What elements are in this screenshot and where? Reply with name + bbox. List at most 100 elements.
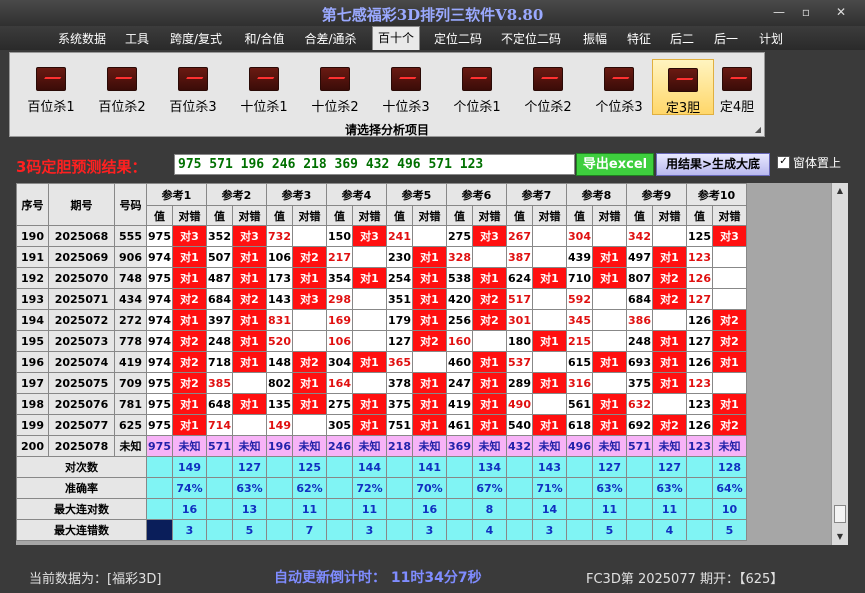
close-icon[interactable]: ✕	[830, 4, 852, 20]
analysis-button[interactable]: 定3胆	[652, 59, 714, 116]
analysis-button[interactable]: 百位杀2	[91, 59, 153, 115]
analysis-button[interactable]: 个位杀3	[588, 59, 650, 115]
value-cell: 439	[566, 246, 593, 268]
analysis-table: 序号 期号 号码 参考1 参考2 参考3 参考4 参考5 参考6 参考7 参考8 参考9 参考10 值对错…	[16, 183, 747, 541]
stats-value: 63%	[592, 477, 627, 499]
ribbon-expand-icon[interactable]: ◢	[755, 125, 761, 134]
analysis-button[interactable]: 定4胆	[712, 59, 762, 115]
menu-item[interactable]: 合差/通杀	[303, 30, 358, 47]
value-cell: 304	[326, 351, 353, 373]
menu-item[interactable]: 特征	[626, 30, 652, 47]
value-cell: 497	[626, 246, 653, 268]
value-cell: 537	[506, 351, 533, 373]
value-cell: 718	[206, 351, 233, 373]
ribbon-caption: 请选择分析项目	[344, 123, 429, 137]
hit-cell: 对2	[172, 288, 207, 310]
menu-item[interactable]: 跨度/复式	[168, 30, 224, 47]
stats-spacer	[566, 456, 593, 478]
generate-base-button[interactable]: 用结果>生成大底	[656, 153, 770, 176]
value-cell: 275	[326, 393, 353, 415]
miss-cell	[352, 330, 387, 352]
stats-value: 127	[232, 456, 267, 478]
maximize-icon[interactable]: ▫	[795, 4, 817, 20]
analysis-button[interactable]: 十位杀2	[304, 59, 366, 115]
vertical-scrollbar[interactable]: ▲ ▼	[831, 183, 848, 545]
value-cell: 975	[146, 267, 173, 289]
pending-check-cell: 未知	[652, 435, 687, 457]
seq-cell: 191	[16, 246, 49, 268]
stats-label: 最大连错数	[16, 519, 147, 541]
stats-spacer	[446, 477, 473, 499]
window-ontop-checkbox[interactable]: ✓	[777, 156, 790, 169]
menu-item[interactable]: 工具	[124, 30, 150, 47]
analysis-button[interactable]: 个位杀2	[517, 59, 579, 115]
export-excel-button[interactable]: 导出excel	[576, 153, 654, 176]
table-row: 199 2025077 625 975 对1 714 149 305 对1 751 对1 461 对1 5…	[16, 414, 747, 436]
update-countdown: 自动更新倒计时： 11时34分7秒	[274, 570, 482, 586]
check-header: 对错	[232, 205, 267, 226]
ref-header: 参考6	[446, 183, 507, 206]
code-cell: 748	[114, 267, 147, 289]
menu-item[interactable]: 计划	[758, 30, 784, 47]
miss-cell	[472, 330, 507, 352]
value-cell: 378	[386, 372, 413, 394]
scroll-up-icon[interactable]: ▲	[832, 183, 848, 199]
analysis-button[interactable]: 十位杀1	[233, 59, 295, 115]
check-header: 对错	[592, 205, 627, 226]
analysis-button[interactable]: 个位杀1	[446, 59, 508, 115]
check-header: 对错	[352, 205, 387, 226]
status-bar: 当前数据为：[福彩3D] 自动更新倒计时： 11时34分7秒 FC3D第 202…	[0, 558, 865, 593]
menu-item[interactable]: 后一	[713, 30, 739, 47]
hit-cell: 对2	[472, 309, 507, 331]
code-cell: 272	[114, 309, 147, 331]
stats-value: 16	[412, 498, 447, 520]
menu-item[interactable]: 和/合值	[243, 30, 286, 47]
value-cell: 267	[506, 225, 533, 247]
scroll-thumb[interactable]	[834, 505, 846, 523]
menu-item[interactable]: 系统数据	[56, 30, 108, 47]
value-cell: 127	[386, 330, 413, 352]
hit-cell: 对2	[712, 309, 747, 331]
stats-value: 134	[472, 456, 507, 478]
value-cell: 126	[686, 267, 713, 289]
miss-cell	[472, 246, 507, 268]
value-cell: 328	[446, 246, 473, 268]
seq-header: 序号	[16, 183, 49, 226]
current-data-status: 当前数据为：[福彩3D]	[29, 572, 162, 587]
period-cell: 2025073	[48, 330, 115, 352]
value-cell: 420	[446, 288, 473, 310]
stats-spacer	[566, 519, 593, 541]
value-cell: 179	[386, 309, 413, 331]
value-cell: 517	[506, 288, 533, 310]
menu-item[interactable]: 百十个	[372, 26, 420, 50]
hit-cell: 对1	[592, 267, 627, 289]
miss-cell	[712, 267, 747, 289]
ref-header: 参考10	[686, 183, 747, 206]
menu-item[interactable]: 后二	[670, 30, 694, 47]
scroll-down-icon[interactable]: ▼	[832, 529, 848, 545]
menu-item[interactable]: 振幅	[582, 30, 608, 47]
menu-item[interactable]: 定位二码	[433, 30, 483, 47]
miss-cell	[652, 393, 687, 415]
analysis-button[interactable]: 十位杀3	[375, 59, 437, 115]
value-cell: 256	[446, 309, 473, 331]
minimize-icon[interactable]: —	[768, 4, 790, 20]
hit-cell: 对1	[172, 393, 207, 415]
value-cell: 975	[146, 393, 173, 415]
stats-spacer	[206, 456, 233, 478]
stats-spacer	[326, 498, 353, 520]
hit-cell: 对1	[532, 414, 567, 436]
value-cell: 352	[206, 225, 233, 247]
analysis-button[interactable]: 百位杀1	[20, 59, 82, 115]
value-cell: 127	[686, 330, 713, 352]
prediction-result-field[interactable]: 975 571 196 246 218 369 432 496 571 123	[174, 154, 575, 175]
check-header: 对错	[412, 205, 447, 226]
stats-label: 准确率	[16, 477, 147, 499]
value-cell: 164	[326, 372, 353, 394]
hit-cell: 对1	[652, 246, 687, 268]
analysis-button[interactable]: 百位杀3	[162, 59, 224, 115]
stats-spacer	[386, 456, 413, 478]
hit-cell: 对1	[472, 351, 507, 373]
value-cell: 460	[446, 351, 473, 373]
menu-item[interactable]: 不定位二码	[500, 30, 562, 47]
